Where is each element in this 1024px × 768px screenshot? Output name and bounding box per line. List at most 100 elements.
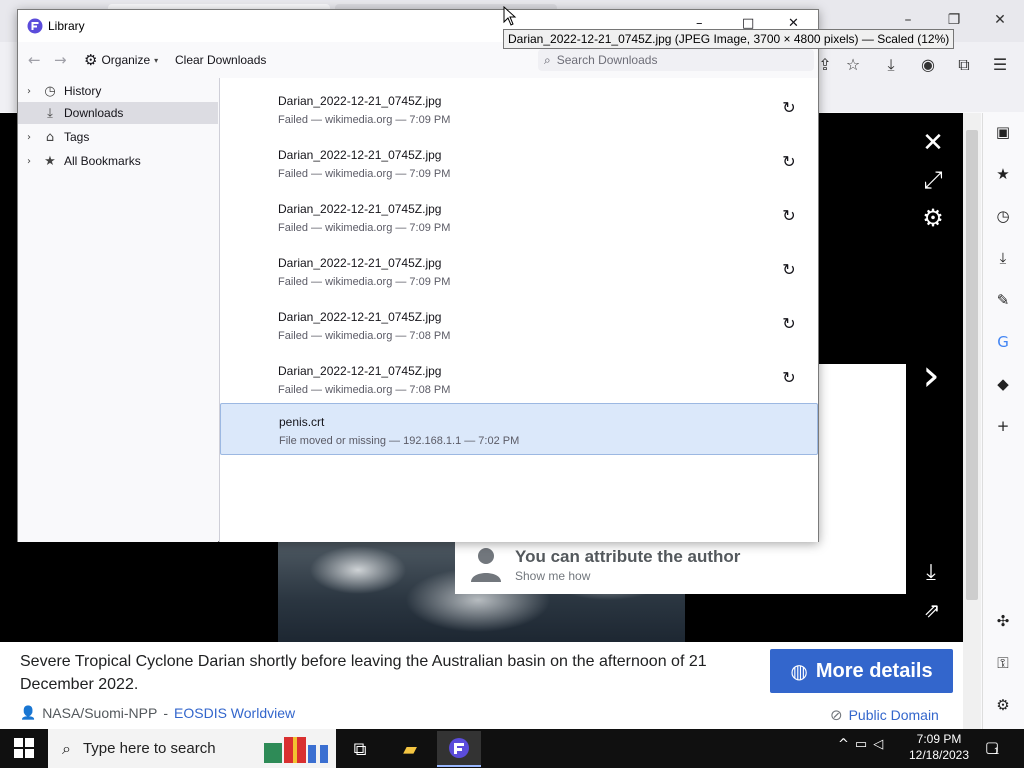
- public-domain-icon: ⊘: [830, 706, 843, 724]
- download-item[interactable]: Darian_2022-12-21_0745Z.jpg Failed — wik…: [220, 353, 818, 405]
- credit-separator: -: [163, 705, 169, 721]
- credit-source-link[interactable]: EOSDIS Worldview: [174, 705, 295, 721]
- volume-icon[interactable]: ◁: [873, 737, 883, 752]
- library-tree: › ◷ History ⤓ Downloads › ⌂ Tags › ★ All…: [18, 78, 218, 542]
- next-image-icon[interactable]: ›: [914, 350, 948, 401]
- task-view-icon[interactable]: ⧉: [338, 731, 382, 767]
- taskbar-clock[interactable]: 7:09 PM 12/18/2023: [903, 731, 975, 763]
- sidebar-downloads-icon[interactable]: ⤓: [992, 247, 1014, 269]
- scrollbar-thumb[interactable]: [966, 130, 978, 600]
- sidebar-settings-icon[interactable]: ⚙: [992, 694, 1014, 716]
- search-icon: ⌕: [62, 738, 71, 758]
- tag-icon: ⌂: [45, 129, 55, 145]
- search-icon: ⌕: [544, 52, 551, 67]
- chevron-up-icon[interactable]: ^: [838, 737, 849, 752]
- expand-arrow-icon[interactable]: ›: [18, 86, 40, 97]
- license-link[interactable]: ⊘ Public Domain: [830, 706, 939, 724]
- retry-icon[interactable]: ↻: [779, 260, 799, 280]
- back-arrow-icon[interactable]: ←: [28, 51, 41, 69]
- key-icon[interactable]: ⚿: [992, 652, 1014, 674]
- more-details-button[interactable]: ◍ More details: [770, 649, 953, 693]
- extensions-icon[interactable]: ⧉: [953, 54, 975, 76]
- windows-start-icon[interactable]: [14, 738, 34, 758]
- image-title-tooltip: Darian_2022-12-21_0745Z.jpg (JPEG Image,…: [503, 29, 955, 49]
- add-panel-icon[interactable]: +: [992, 415, 1014, 437]
- tree-item-history[interactable]: › ◷ History: [18, 80, 218, 102]
- retry-icon[interactable]: ↻: [779, 152, 799, 172]
- tree-item-label: Downloads: [64, 106, 124, 120]
- browser-close-icon[interactable]: ✕: [990, 10, 1010, 30]
- author-icon: 👤: [20, 705, 37, 721]
- download-status: Failed — wikimedia.org — 7:09 PM: [278, 276, 451, 288]
- mouse-cursor-icon: [503, 6, 517, 26]
- download-image-icon[interactable]: ⤓: [918, 560, 944, 585]
- search-downloads-box[interactable]: ⌕: [538, 49, 814, 71]
- file-explorer-icon[interactable]: ▰: [388, 731, 432, 767]
- browser-minimize-icon[interactable]: –: [898, 10, 918, 30]
- browser-taskbar-icon[interactable]: [437, 731, 481, 767]
- star-icon: ★: [44, 153, 56, 169]
- download-status: Failed — wikimedia.org — 7:08 PM: [278, 330, 451, 342]
- downloads-icon[interactable]: ⤓: [880, 54, 902, 76]
- expand-arrow-icon[interactable]: ›: [18, 132, 40, 143]
- pen-icon[interactable]: ✎: [992, 289, 1014, 311]
- translate-icon[interactable]: G: [992, 331, 1014, 353]
- tree-item-label: All Bookmarks: [64, 154, 141, 168]
- fullscreen-icon[interactable]: ⤢: [918, 166, 948, 194]
- browser-maximize-icon[interactable]: ❐: [944, 10, 964, 30]
- download-filename: Darian_2022-12-21_0745Z.jpg: [278, 94, 442, 108]
- more-details-icon: ◍: [790, 659, 808, 683]
- chevron-down-icon: ▾: [154, 55, 159, 65]
- history-clock-icon[interactable]: ◷: [992, 205, 1014, 227]
- download-item[interactable]: Darian_2022-12-21_0745Z.jpg Failed — wik…: [220, 245, 818, 297]
- library-window[interactable]: Library – □ ✕ ← → ⚙ Organize ▾ Clear Dow…: [17, 9, 819, 542]
- menu-icon[interactable]: ☰: [989, 54, 1011, 76]
- download-status: Failed — wikimedia.org — 7:08 PM: [278, 384, 451, 396]
- image-caption: Severe Tropical Cyclone Darian shortly b…: [20, 653, 707, 693]
- attribution-how-link[interactable]: Show me how: [515, 569, 590, 583]
- retry-icon[interactable]: ↻: [779, 98, 799, 118]
- expand-arrow-icon[interactable]: ›: [18, 156, 40, 167]
- network-icon[interactable]: ▭: [855, 737, 867, 752]
- retry-icon[interactable]: ↻: [779, 368, 799, 388]
- bookmark-star-icon[interactable]: ☆: [842, 54, 864, 76]
- retry-icon[interactable]: ↻: [779, 206, 799, 226]
- clear-downloads-button[interactable]: Clear Downloads: [175, 53, 266, 67]
- download-item-selected[interactable]: penis.crt File moved or missing — 192.16…: [220, 403, 818, 455]
- app-icon[interactable]: ◆: [992, 373, 1014, 395]
- download-item[interactable]: Darian_2022-12-21_0745Z.jpg Failed — wik…: [220, 137, 818, 189]
- download-filename: Darian_2022-12-21_0745Z.jpg: [278, 364, 442, 378]
- share-image-icon[interactable]: ⇗: [918, 598, 946, 622]
- viewer-side-panel: [818, 364, 906, 536]
- download-status: Failed — wikimedia.org — 7:09 PM: [278, 222, 451, 234]
- tree-item-label: History: [64, 84, 102, 98]
- download-item[interactable]: Darian_2022-12-21_0745Z.jpg Failed — wik…: [220, 191, 818, 243]
- download-item[interactable]: Darian_2022-12-21_0745Z.jpg Failed — wik…: [220, 299, 818, 351]
- search-downloads-input[interactable]: [556, 53, 797, 67]
- forward-arrow-icon[interactable]: →: [54, 51, 67, 69]
- retry-icon[interactable]: ↻: [779, 314, 799, 334]
- download-filename: Darian_2022-12-21_0745Z.jpg: [278, 202, 442, 216]
- tree-item-all-bookmarks[interactable]: › ★ All Bookmarks: [18, 150, 218, 172]
- close-viewer-icon[interactable]: ✕: [918, 128, 948, 158]
- notification-count: 1: [994, 746, 1000, 756]
- download-filename: Darian_2022-12-21_0745Z.jpg: [278, 256, 442, 270]
- download-item[interactable]: Darian_2022-12-21_0745Z.jpg Failed — wik…: [220, 83, 818, 135]
- download-filename: Darian_2022-12-21_0745Z.jpg: [278, 310, 442, 324]
- organize-button[interactable]: ⚙ Organize ▾: [84, 51, 158, 69]
- browser-logo-icon: [449, 738, 469, 758]
- tree-item-tags[interactable]: › ⌂ Tags: [18, 126, 218, 148]
- account-icon[interactable]: ◉: [917, 54, 939, 76]
- settings-gear-icon[interactable]: ⚙: [918, 204, 948, 232]
- taskbar-search-placeholder: Type here to search: [82, 740, 216, 757]
- more-details-label: More details: [815, 659, 933, 682]
- bookmarks-star-icon[interactable]: ★: [992, 163, 1014, 185]
- credit-author: NASA/Suomi-NPP: [42, 705, 158, 721]
- credit-row: 👤 NASA/Suomi-NPP - EOSDIS Worldview: [20, 705, 295, 721]
- tree-item-downloads[interactable]: ⤓ Downloads: [18, 102, 218, 124]
- gift-boxes-icon[interactable]: [262, 733, 332, 765]
- clock-date: 12/18/2023: [908, 748, 970, 762]
- briefcase-icon[interactable]: ▣: [992, 121, 1014, 143]
- puzzle-icon[interactable]: ✣: [992, 610, 1014, 632]
- clock-time: 7:09 PM: [916, 732, 962, 746]
